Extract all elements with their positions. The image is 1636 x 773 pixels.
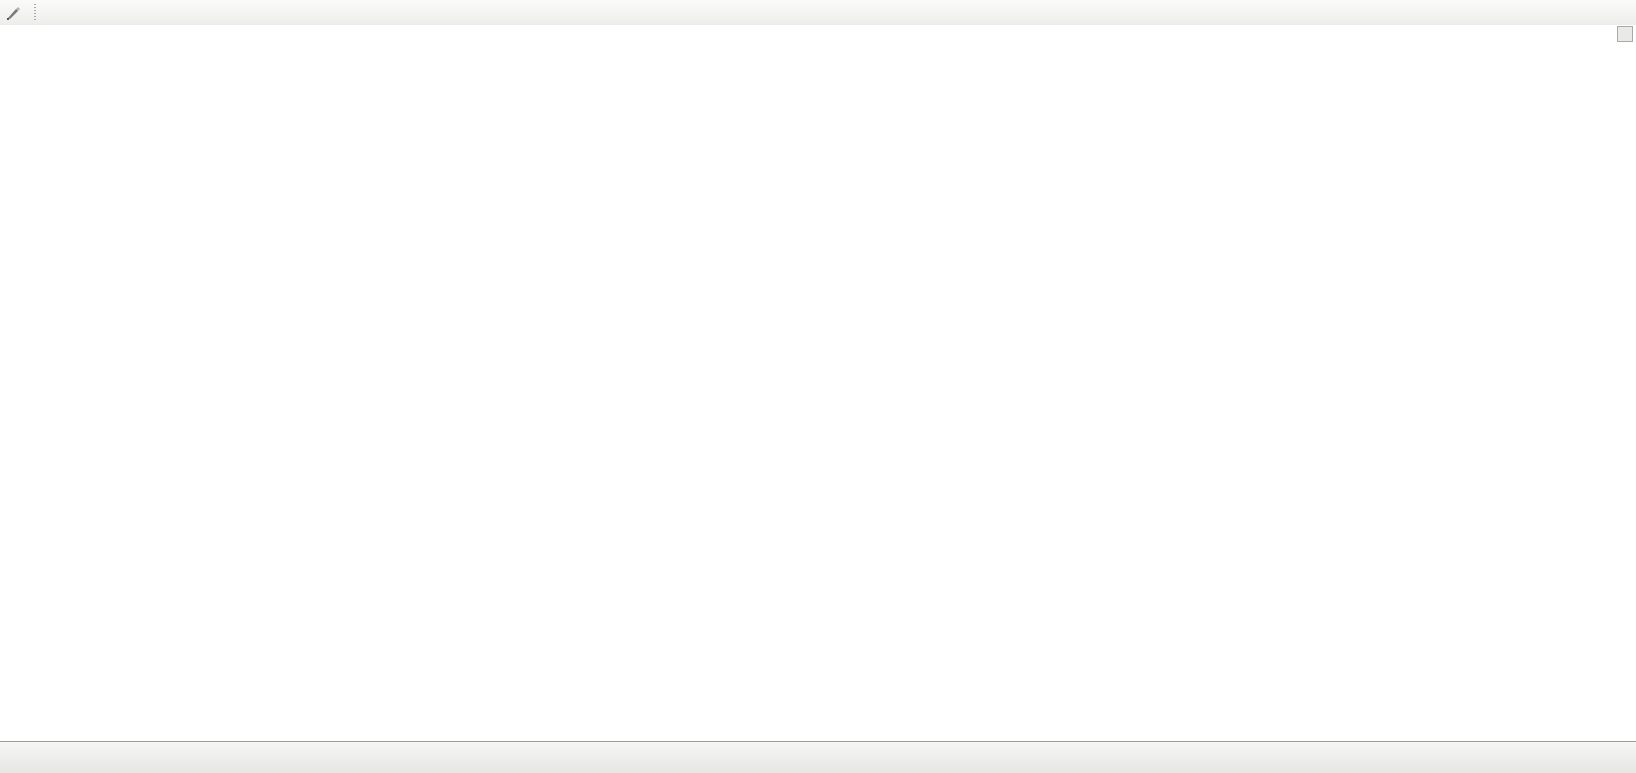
- scroll-up-button[interactable]: [1617, 26, 1633, 42]
- tab-scroll-arrows: [1604, 750, 1634, 765]
- date-axis: [0, 716, 1563, 741]
- chart-title-bar: [0, 25, 1636, 41]
- symbol-tab-bar: [0, 741, 1636, 773]
- chart-draw-tool-icon: [5, 5, 21, 21]
- macd-panel-canvas[interactable]: [0, 610, 1636, 716]
- chart-window: [0, 25, 1636, 741]
- trading-platform-window: [0, 0, 1636, 773]
- tab-scroll-right-button[interactable]: [1619, 750, 1634, 765]
- rsi-panel-canvas[interactable]: [0, 519, 1636, 608]
- top-toolbar: [0, 0, 1636, 26]
- chart-tool-button[interactable]: [0, 5, 27, 21]
- price-chart-canvas[interactable]: [0, 41, 1636, 517]
- tab-scroll-left-button[interactable]: [1604, 750, 1619, 765]
- toolbar-grip-handle[interactable]: [33, 4, 38, 21]
